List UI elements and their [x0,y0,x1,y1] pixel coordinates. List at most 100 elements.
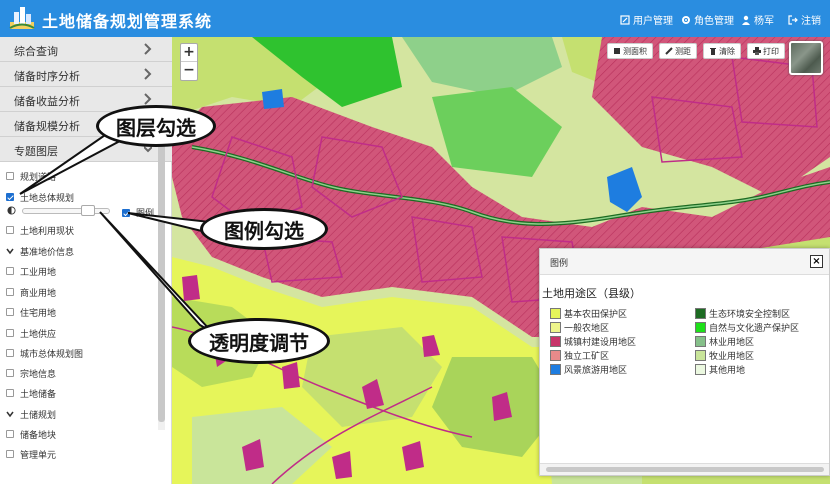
legend-item-label: 林业用地区 [709,337,755,348]
legend-toggle-checkbox[interactable] [122,208,130,217]
layer-commercial-land[interactable]: 商业用地 [6,285,56,299]
legend-item: 生态环境安全控制区 [695,307,790,320]
menu-timing-analysis[interactable]: 储备时序分析 [0,62,172,87]
legend-item: 牧业用地区 [695,349,755,362]
legend-item: 其他用地 [695,363,745,376]
layer-label: 土地供应 [20,329,57,340]
layer-parcel-info[interactable]: 宗地信息 [6,366,56,380]
layer-checkbox[interactable] [6,450,14,458]
legend-subtitle: 土地用途区（县级） [542,287,641,300]
measure-area-button[interactable]: 测面积 [607,43,653,59]
layer-residential-land[interactable]: 住宅用地 [6,305,56,319]
legend-item: 基本农田保护区 [550,307,627,320]
opacity-slider-track[interactable] [22,208,110,214]
user-icon [742,15,750,25]
layer-checkbox[interactable] [6,193,14,201]
legend-swatch [550,307,561,319]
layer-management-units[interactable]: 管理单元 [6,447,56,461]
measure-area-label: 测面积 [623,46,647,56]
legend-swatch [695,363,706,375]
layer-overall-land-plan[interactable]: 土地总体规划 [6,190,74,204]
layer-checkbox[interactable] [6,308,14,316]
current-user-link[interactable]: 杨军 [741,12,774,27]
chevron-right-icon [144,93,152,105]
legend-item: 一般农地区 [550,321,609,334]
layer-group-reserve-planning[interactable]: 土储规划 [6,407,56,421]
legend-item-label: 自然与文化遗产保护区 [709,323,800,334]
top-header: 土地储备规划管理系统 用户管理 角色管理 杨军 注销 [0,0,830,37]
gear-icon [682,15,690,24]
current-user-label: 杨军 [754,16,774,27]
logout-link[interactable]: 注销 [788,12,821,27]
callout-legend-check: 图例勾选 [200,208,328,250]
menu-comprehensive-query[interactable]: 综合查询 [0,37,172,62]
legend-horizontal-scrollbar[interactable] [540,463,829,475]
layer-label: 土地利用现状 [20,226,75,237]
layer-label: 储备地块 [20,430,57,441]
zoom-out-button[interactable]: − [181,62,197,80]
legend-toggle-label: 图例 [136,209,155,219]
clear-label: 清除 [719,46,735,56]
edit-icon [620,14,630,25]
legend-item: 城镇村建设用地区 [550,335,637,348]
layer-city-master-plan[interactable]: 城市总体规划图 [6,346,83,360]
legend-item-label: 城镇村建设用地区 [564,337,637,348]
layer-label: 商业用地 [20,288,57,299]
layer-land-supply[interactable]: 土地供应 [6,326,56,340]
clear-button[interactable]: 清除 [703,43,741,59]
legend-swatch [695,321,706,333]
zoom-control: + − [180,43,198,81]
layer-checkbox[interactable] [6,172,14,180]
layer-checkbox[interactable] [6,369,14,377]
area-measure-icon [614,48,620,54]
legend-swatch [695,349,706,361]
logout-icon [788,14,798,25]
trash-icon [710,48,716,55]
layer-checkbox[interactable] [6,267,14,275]
layer-label: 宗地信息 [20,369,57,380]
user-management-link[interactable]: 用户管理 [620,12,673,27]
layer-group-label: 土储规划 [20,410,57,421]
zoom-in-button[interactable]: + [181,44,197,62]
layer-land-use-status[interactable]: 土地利用现状 [6,223,74,237]
basemap-switcher[interactable] [789,41,823,75]
legend-swatch [695,335,706,347]
callout-layer-check: 图层勾选 [96,105,216,147]
layer-checkbox[interactable] [6,430,14,438]
layer-list-scrollbar-thumb[interactable] [158,132,165,422]
layer-group-benchmark-price[interactable]: 基准地价信息 [6,244,74,258]
opacity-slider-handle[interactable] [81,205,96,216]
legend-toggle[interactable]: 图例 [122,206,154,219]
map-zone-water [262,89,284,109]
layer-label: 土地总体规划 [20,193,75,204]
layer-checkbox[interactable] [6,389,14,397]
app-root: 土地储备规划管理系统 用户管理 角色管理 杨军 注销 综合查询 储备时序分析 储 [0,0,830,484]
user-management-label: 用户管理 [633,16,673,27]
layer-planned-roads[interactable]: 规划道路 [6,169,56,183]
legend-item-label: 牧业用地区 [709,351,755,362]
layer-land-reserve[interactable]: 土地储备 [6,386,56,400]
layer-checkbox[interactable] [6,226,14,234]
ruler-icon [665,47,673,55]
print-button[interactable]: 打印 [747,43,785,59]
layer-reserve-plots[interactable]: 储备地块 [6,427,56,441]
print-icon [753,47,761,55]
layer-checkbox[interactable] [6,349,14,357]
role-management-link[interactable]: 角色管理 [681,12,734,27]
layer-checkbox[interactable] [6,288,14,296]
measure-distance-label: 测距 [675,46,691,56]
layer-checkbox[interactable] [6,329,14,337]
measure-distance-button[interactable]: 测距 [659,43,697,59]
chevron-down-icon [6,411,14,418]
layer-label: 城市总体规划图 [20,349,84,360]
chevron-right-icon [144,68,152,80]
menu-label: 储备规模分析 [14,120,80,133]
layer-industrial-land[interactable]: 工业用地 [6,264,56,278]
legend-close-button[interactable]: × [810,255,823,268]
app-title: 土地储备规划管理系统 [42,12,213,31]
layer-label: 规划道路 [20,172,57,183]
layer-label: 工业用地 [20,267,57,278]
legend-swatch [550,321,561,333]
legend-scrollbar-thumb[interactable] [546,467,824,472]
legend-header: 图例 × [540,249,829,275]
